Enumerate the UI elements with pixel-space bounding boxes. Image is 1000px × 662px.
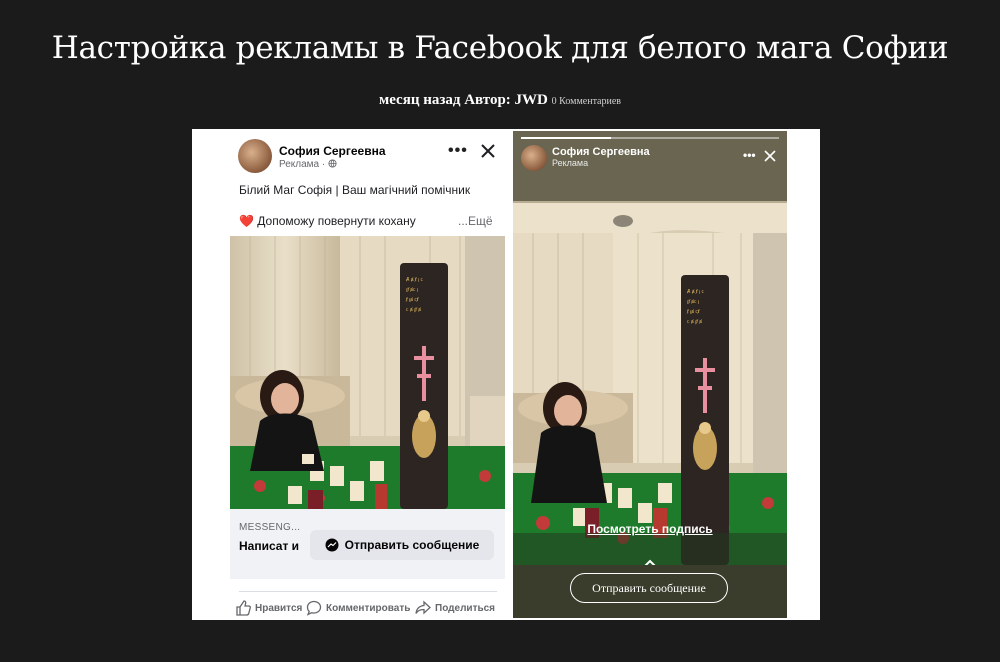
story-ad-preview: София Сергеевна Реклама ••• Ⱥ ⱥ ⱦ ꞁ ꞇ ꞁⱦ … — [513, 131, 787, 618]
sponsored-label: Реклама — [552, 158, 589, 168]
see-caption-link[interactable]: Посмотреть подпись — [513, 522, 787, 536]
close-icon[interactable] — [480, 143, 496, 159]
svg-text:ⱦ ꞁⱥ ꞇⱦ: ⱦ ꞁⱥ ꞇⱦ — [686, 309, 701, 315]
sponsored-label: Реклама · — [279, 159, 337, 170]
more-icon[interactable]: ••• — [448, 142, 468, 160]
svg-text:ⱦ ꞁⱥ ꞇⱦ: ⱦ ꞁⱥ ꞇⱦ — [405, 297, 420, 303]
like-icon — [236, 600, 251, 616]
post-date: месяц назад — [378, 92, 461, 108]
feed-ad-preview: София Сергеевна Реклама · ••• Білий Маг … — [230, 129, 505, 620]
author-link[interactable]: JWD — [515, 92, 548, 108]
svg-text:ꞇ ⱥ ꞁⱦ ⱥ: ꞇ ⱥ ꞁⱦ ⱥ — [687, 319, 702, 325]
messenger-icon — [325, 538, 339, 552]
more-icon[interactable]: ••• — [743, 148, 756, 162]
story-photo[interactable]: Ⱥ ⱥ ⱦ ꞁ ꞇ ꞁⱦ ⱥꞇ ꞁ ⱦ ꞁⱥ ꞇⱦ ꞇ ⱥ ꞁⱦ ⱥ — [513, 203, 787, 565]
like-button[interactable]: Нравится — [235, 600, 302, 616]
see-more-link[interactable]: ...Ещё — [458, 214, 493, 228]
comment-button[interactable]: Комментировать — [306, 600, 410, 616]
svg-text:ꞇ ⱥ ꞁⱦ ⱥ: ꞇ ⱥ ꞁⱦ ⱥ — [406, 307, 421, 313]
avatar[interactable] — [521, 145, 547, 171]
article-meta: месяц назад Автор: JWD 0 Комментариев — [0, 92, 1000, 109]
avatar[interactable] — [238, 139, 272, 173]
send-message-button[interactable]: Отправить сообщение — [570, 573, 728, 603]
divider — [239, 591, 497, 592]
comments-link[interactable]: 0 Комментариев — [552, 96, 621, 107]
svg-text:ꞁⱦ ⱥꞇ ꞁ: ꞁⱦ ⱥꞇ ꞁ — [406, 287, 418, 293]
ad-photo[interactable]: Ⱥ ⱥ ⱦ ꞁ ꞇ ꞁⱦ ⱥꞇ ꞁ ⱦ ꞁⱥ ꞇⱦ ꞇ ⱥ ꞁⱦ ⱥ — [230, 236, 505, 509]
page-name[interactable]: София Сергеевна — [279, 144, 386, 158]
cta-write: Написат и — [239, 539, 300, 553]
author-label: Автор: — [464, 92, 511, 108]
share-icon — [415, 600, 431, 615]
page-title: Настройка рекламы в Facebook для белого … — [51, 30, 949, 66]
share-button[interactable]: Поделиться — [415, 600, 495, 616]
ad-headline: Білий Маг Софія | Ваш магічний помічник — [239, 183, 471, 197]
cta-source: MESSENG... — [239, 522, 301, 533]
svg-text:Ⱥ ⱥ ⱦ ꞁ ꞇ: Ⱥ ⱥ ⱦ ꞁ ꞇ — [687, 289, 704, 295]
comment-icon — [306, 600, 322, 616]
story-progress — [521, 137, 779, 139]
svg-text:Ⱥ ⱥ ⱦ ꞁ ꞇ: Ⱥ ⱥ ⱦ ꞁ ꞇ — [406, 277, 423, 283]
heart-icon: ❤️ — [239, 214, 254, 228]
close-icon[interactable] — [764, 150, 776, 162]
page-name[interactable]: София Сергеевна — [552, 146, 650, 158]
send-message-button[interactable]: Отправить сообщение — [310, 530, 494, 560]
ad-text: ❤️ Допоможу повернути кохану — [239, 214, 416, 228]
svg-text:ꞁⱦ ⱥꞇ ꞁ: ꞁⱦ ⱥꞇ ꞁ — [687, 299, 699, 305]
globe-icon — [328, 159, 337, 168]
